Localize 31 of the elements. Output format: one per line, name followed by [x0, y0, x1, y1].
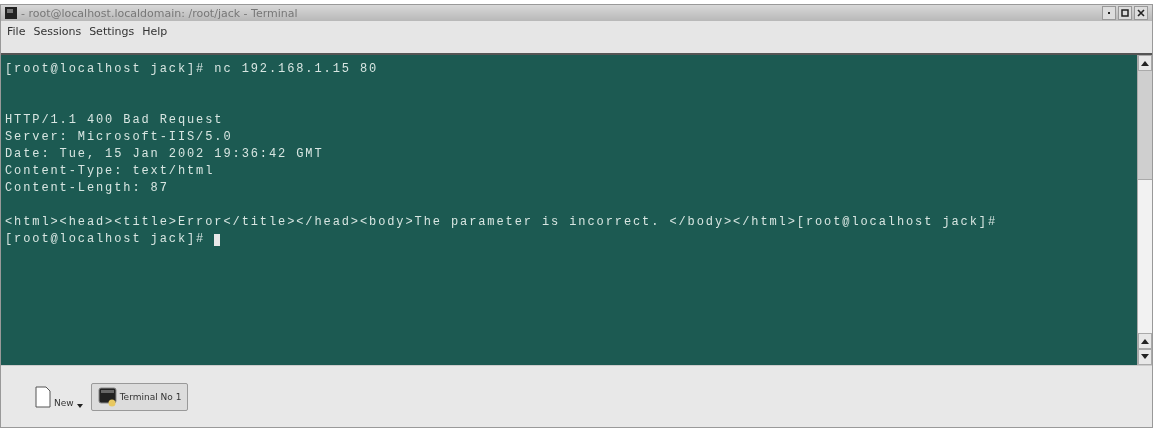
menu-item[interactable]: Sessions [33, 23, 82, 39]
scroll-up-button[interactable] [1138, 55, 1152, 71]
new-session-button[interactable]: New [31, 383, 87, 410]
terminal-line: [root@localhost jack]# nc 192.168.1.15 80 [5, 61, 379, 78]
menu-item[interactable]: Settings [89, 23, 135, 39]
terminal-line: [root@localhost jack]# [5, 231, 207, 248]
up-arrow-icon [1141, 60, 1149, 66]
scroll-thumb[interactable] [1138, 71, 1152, 180]
close-button[interactable] [1134, 6, 1148, 20]
terminal-line: Date: Tue, 15 Jan 2002 19:36:42 GMT [5, 146, 324, 163]
session-tab[interactable]: Terminal No 1 [90, 382, 189, 411]
scroll-up-button[interactable] [1138, 333, 1152, 349]
terminal-line: Content-Type: text/html [5, 163, 215, 180]
down-arrow-icon [1141, 354, 1149, 360]
menu-item[interactable]: File [7, 23, 26, 39]
window-title: - root@localhost.localdomain: /root/jack - Terminal [21, 6, 299, 20]
scroll-down-button[interactable] [1138, 349, 1152, 365]
menu-item[interactable]: Help [142, 23, 168, 39]
maximize-button[interactable] [1118, 6, 1132, 20]
caret-icon [76, 403, 83, 408]
close-icon [1137, 9, 1145, 17]
terminal-line: <html><head><title>Error</title></head><body>The parameter is incorrect. </body></html>[root@localhost jack]# [5, 214, 998, 231]
document-icon [35, 385, 51, 408]
terminal-line: Content-Length: 87 [5, 180, 169, 197]
square-icon [1121, 9, 1129, 17]
terminal-line: Server: Microsoft-IIS/5.0 [5, 129, 233, 146]
up-arrow-icon [1141, 338, 1149, 344]
terminal-line: HTTP/1.1 400 Bad Request [5, 112, 224, 129]
terminal-icon [97, 386, 118, 407]
scrollbar[interactable] [1137, 55, 1152, 365]
terminal-icon [5, 7, 17, 19]
